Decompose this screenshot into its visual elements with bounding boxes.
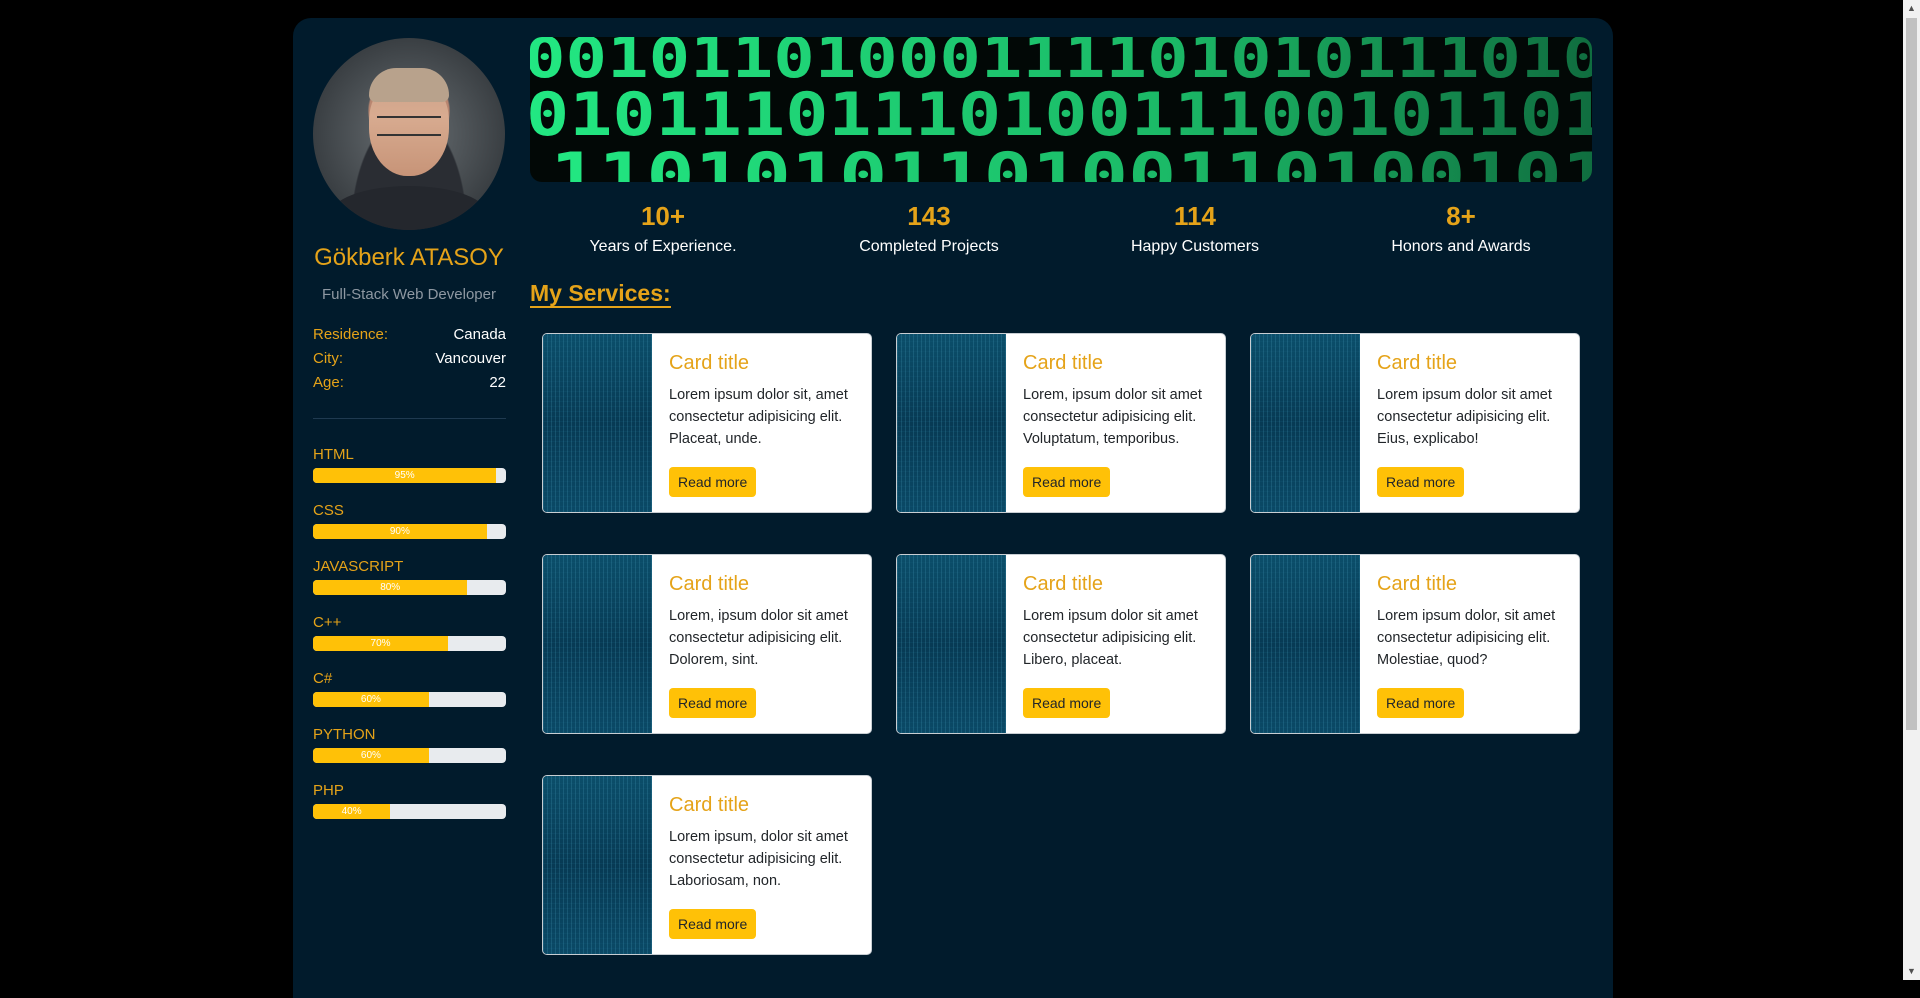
stat-number: 143 [907, 201, 951, 231]
card-title: Card title [669, 573, 750, 595]
stat-label: Honors and Awards [1391, 238, 1531, 255]
skill-progress-bar: 40% [313, 804, 506, 819]
service-card: Card title Lorem ipsum, dolor sit amet c… [542, 775, 872, 955]
skill-name: PHP [313, 782, 344, 799]
card-image [897, 555, 1006, 733]
skill-csharp: C# 60% [313, 670, 506, 707]
service-card: Card title Lorem ipsum dolor sit amet co… [1250, 333, 1580, 513]
card-image [1251, 334, 1360, 512]
skill-progress-bar: 90% [313, 524, 506, 539]
profile-avatar [313, 38, 505, 230]
profile-panel: Gökberk ATASOY Full-Stack Web Developer … [293, 18, 1613, 998]
service-card: Card title Lorem, ipsum dolor sit amet c… [896, 333, 1226, 513]
profile-name: Gökberk ATASOY [314, 244, 504, 271]
card-text: Lorem ipsum dolor sit, amet consectetur … [669, 387, 848, 447]
card-text: Lorem ipsum, dolor sit amet consectetur … [669, 829, 848, 889]
card-title: Card title [669, 794, 750, 816]
card-text: Lorem ipsum dolor sit amet consectetur a… [1377, 387, 1552, 447]
skill-progress-fill: 95% [313, 468, 497, 483]
stat-number: 10+ [640, 201, 686, 231]
service-card: Card title Lorem ipsum dolor, sit amet c… [1250, 554, 1580, 734]
read-more-button[interactable]: Read more [669, 467, 757, 497]
card-text: Lorem, ipsum dolor sit amet consectetur … [669, 608, 848, 668]
svg-text:1101010110100110100101: 1101010110100110100101 [550, 139, 1592, 182]
profile-role: Full-Stack Web Developer [322, 286, 496, 303]
stat-label: Completed Projects [859, 238, 999, 255]
skill-php: PHP 40% [313, 782, 506, 819]
card-image [543, 776, 652, 954]
stat-awards: 8+ Honors and Awards [1328, 200, 1594, 256]
page-scrollbar[interactable]: ▲ ▼ [1903, 0, 1920, 980]
skill-name: JAVASCRIPT [313, 558, 404, 575]
card-image [897, 334, 1006, 512]
info-key: Residence: [313, 326, 389, 343]
skill-name: CSS [313, 502, 344, 519]
stat-projects: 143 Completed Projects [796, 200, 1062, 256]
card-text: Lorem ipsum dolor, sit amet consectetur … [1377, 608, 1556, 668]
read-more-button[interactable]: Read more [1377, 467, 1465, 497]
skill-css: CSS 90% [313, 502, 506, 539]
info-value: 22 [489, 374, 506, 391]
card-title: Card title [1023, 573, 1104, 595]
card-title: Card title [669, 352, 750, 374]
stat-experience: 10+ Years of Experience. [530, 200, 796, 256]
skill-progress-bar: 70% [313, 636, 506, 651]
binary-banner-image: 00101101000111101010111010 0101110111010… [530, 37, 1592, 182]
card-image [543, 334, 652, 512]
skill-name: C# [313, 670, 333, 687]
skill-python: PYTHON 60% [313, 726, 506, 763]
card-image [1251, 555, 1360, 733]
read-more-button[interactable]: Read more [1377, 688, 1465, 718]
stat-label: Happy Customers [1130, 238, 1260, 255]
scroll-down-arrow-icon[interactable]: ▼ [1903, 963, 1920, 980]
info-value: Canada [453, 326, 506, 343]
scrollbar-thumb[interactable] [1906, 18, 1917, 730]
service-card: Card title Lorem, ipsum dolor sit amet c… [542, 554, 872, 734]
card-image [543, 555, 652, 733]
card-text: Lorem, ipsum dolor sit amet consectetur … [1023, 387, 1202, 447]
read-more-button[interactable]: Read more [669, 909, 757, 939]
info-key: City: [313, 350, 343, 367]
skill-progress-fill: 40% [313, 804, 391, 819]
skill-cpp: C++ 70% [313, 614, 506, 651]
info-value: Vancouver [435, 350, 506, 367]
scroll-up-arrow-icon[interactable]: ▲ [1903, 0, 1920, 17]
skill-javascript: JAVASCRIPT 80% [313, 558, 506, 595]
skill-progress-fill: 80% [313, 580, 468, 595]
service-card: Card title Lorem ipsum dolor sit amet co… [896, 554, 1226, 734]
read-more-button[interactable]: Read more [669, 688, 757, 718]
skill-name: PYTHON [313, 726, 376, 743]
card-title: Card title [1377, 352, 1458, 374]
skill-progress-fill: 90% [313, 524, 487, 539]
skill-progress-bar: 80% [313, 580, 506, 595]
stat-customers: 114 Happy Customers [1062, 200, 1328, 256]
skill-progress-fill: 60% [313, 748, 429, 763]
services-heading: My Services: [530, 280, 671, 308]
skill-progress-fill: 70% [313, 636, 449, 651]
read-more-button[interactable]: Read more [1023, 688, 1111, 718]
card-title: Card title [1023, 352, 1104, 374]
skill-name: C++ [313, 614, 342, 631]
skill-progress-fill: 60% [313, 692, 429, 707]
card-title: Card title [1377, 573, 1458, 595]
info-key: Age: [313, 374, 344, 391]
skill-html: HTML 95% [313, 446, 506, 483]
sidebar-divider [313, 418, 506, 419]
card-text: Lorem ipsum dolor sit amet consectetur a… [1023, 608, 1198, 668]
skill-progress-bar: 60% [313, 692, 506, 707]
read-more-button[interactable]: Read more [1023, 467, 1111, 497]
skill-name: HTML [313, 446, 354, 463]
skill-progress-bar: 95% [313, 468, 506, 483]
stat-number: 114 [1174, 201, 1216, 231]
stat-label: Years of Experience. [589, 238, 737, 255]
skill-progress-bar: 60% [313, 748, 506, 763]
service-card: Card title Lorem ipsum dolor sit, amet c… [542, 333, 872, 513]
stat-number: 8+ [1446, 201, 1476, 231]
